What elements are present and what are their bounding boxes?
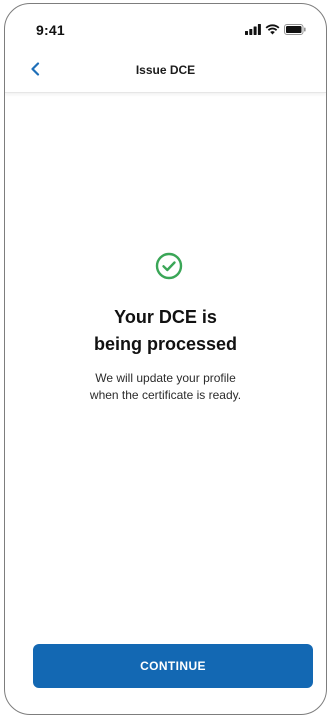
message-line-1: We will update your profile	[95, 371, 236, 385]
status-time: 9:41	[36, 22, 65, 38]
page-title: Issue DCE	[135, 63, 196, 77]
status-bar: 9:41	[5, 4, 326, 50]
message-line-2: when the certificate is ready.	[89, 388, 242, 402]
phone-frame: 9:41 Issue DCE Your DCE is being process…	[4, 3, 327, 715]
wifi-icon	[265, 24, 280, 35]
confirmation-headline: Your DCE is being processed	[5, 304, 326, 358]
check-circle-icon	[155, 252, 183, 280]
status-icons	[245, 24, 306, 35]
continue-button[interactable]: CONTINUE	[33, 644, 313, 688]
headline-line-2: being processed	[93, 334, 238, 354]
battery-icon	[284, 24, 306, 35]
headline-line-1: Your DCE is	[114, 307, 217, 327]
nav-bar: Issue DCE	[5, 50, 326, 93]
signal-icon	[245, 24, 261, 35]
confirmation-message: We will update your profile when the cer…	[5, 370, 326, 404]
